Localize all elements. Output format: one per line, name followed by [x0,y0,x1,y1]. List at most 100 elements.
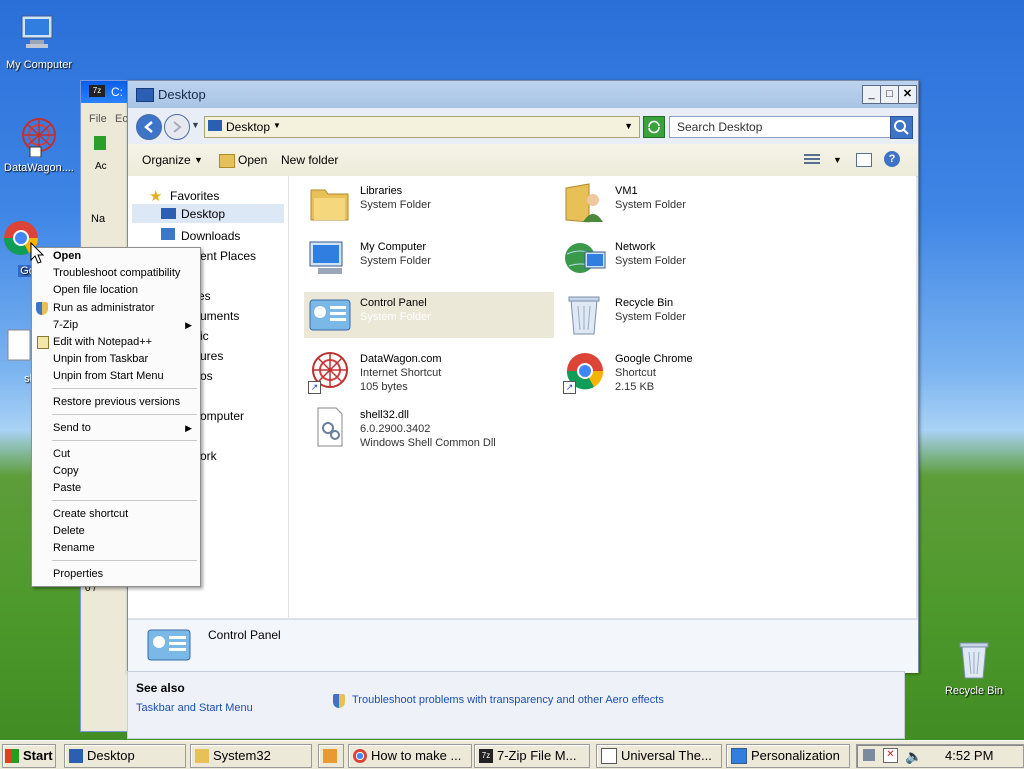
bg-column-header[interactable]: Na [91,213,105,225]
back-button[interactable] [136,114,162,140]
menu-item-open[interactable]: Open [53,248,81,264]
file-item-datawagon[interactable]: ↗ DataWagon.com Internet Shortcut 105 by… [304,348,554,394]
menu-separator [52,414,197,415]
menu-item-create-shortcut[interactable]: Create shortcut [53,506,128,522]
menu-item-restore-previous-versions[interactable]: Restore previous versions [53,394,180,410]
context-menu: Open Troubleshoot compatibility Open fil… [31,247,201,587]
address-chevron-icon[interactable]: ▼ [273,121,281,130]
add-icon[interactable] [94,136,106,150]
nav-item-documents[interactable]: uments [200,309,239,323]
view-dropdown-icon[interactable]: ▼ [833,155,842,165]
file-item-libraries[interactable]: Libraries System Folder [304,180,554,226]
file-item-network[interactable]: Network System Folder [559,236,809,282]
nav-item-pictures[interactable]: ures [200,349,223,363]
address-dropdown-icon[interactable]: ▼ [624,121,633,131]
menu-item-send-to[interactable]: Send to [53,420,91,436]
nav-item-network[interactable]: ork [200,449,217,463]
troubleshoot-aero-link[interactable]: Troubleshoot problems with transparency … [352,694,664,706]
new-folder-button[interactable]: New folder [281,153,338,167]
file-type: Internet Shortcut [360,367,442,379]
control-panel-icon [147,629,191,661]
taskbar-button-media[interactable] [318,744,344,768]
desktop-icon-datawagon[interactable]: DataWagon.... [0,115,78,174]
preview-pane-icon[interactable] [856,153,872,167]
nav-item-videos[interactable]: os [200,369,213,383]
help-icon[interactable]: ? [884,151,900,167]
address-text: Desktop [226,120,271,134]
taskbar-button-universal-theme[interactable]: Universal The... [596,744,722,768]
see-also-panel: See also Taskbar and Start Menu Troubles… [127,671,905,739]
action-center-icon[interactable]: ✕ [883,748,898,763]
close-button[interactable]: ✕ [898,85,917,104]
maximize-button[interactable]: □ [880,85,899,104]
menu-item-troubleshoot-compatibility[interactable]: Troubleshoot compatibility [53,265,180,281]
desktop-icon-my-computer[interactable]: My Computer [0,12,78,71]
start-button[interactable]: Start [2,744,56,768]
taskbar-start-menu-link[interactable]: Taskbar and Start Menu [136,702,253,714]
menu-item-run-as-administrator[interactable]: Run as administrator [53,300,155,316]
history-dropdown-icon[interactable]: ▼ [191,120,200,130]
search-input[interactable]: Search Desktop [669,116,891,138]
taskbar-button-personalization[interactable]: Personalization [726,744,850,768]
nav-item-computer[interactable]: omputer [200,409,244,423]
network-tray-icon[interactable] [863,749,875,761]
menu-item-properties[interactable]: Properties [53,566,103,582]
nav-item-music[interactable]: ic [200,329,209,343]
file-item-shell32[interactable]: shell32.dll 6.0.2900.3402 Windows Shell … [304,404,554,450]
minimize-button[interactable]: _ [862,85,881,104]
file-name: Control Panel [360,297,427,309]
menu-item-copy[interactable]: Copy [53,463,79,479]
taskbar-button-label: Personalization [751,748,840,763]
taskbar-button-7zip[interactable]: 7z 7-Zip File M... [474,744,590,768]
address-bar[interactable]: Desktop ▼ ▼ [204,116,640,138]
window-titlebar[interactable]: Desktop _ □ ✕ [128,81,918,108]
windows-logo-icon [5,748,19,763]
personalization-icon [731,747,747,764]
desktop-icon [208,120,222,131]
menu-item-unpin-taskbar[interactable]: Unpin from Taskbar [53,351,148,367]
nav-favorites[interactable]: Favorites [170,189,219,203]
refresh-button[interactable] [643,116,665,138]
taskbar-button-system32[interactable]: System32 [190,744,312,768]
taskbar-button-desktop[interactable]: Desktop [64,744,186,768]
file-item-recycle-bin[interactable]: Recycle Bin System Folder [559,292,809,338]
explorer-window[interactable]: Desktop _ □ ✕ ▼ Desktop ▼ ▼ Search Deskt… [127,80,919,673]
menu-item-cut[interactable]: Cut [53,446,70,462]
bg-menu-file[interactable]: File [89,113,107,125]
search-icon [894,120,909,135]
taskbar-button-label: 7-Zip File M... [497,748,577,763]
taskbar-button-chrome[interactable]: How to make ... [348,744,472,768]
menu-item-unpin-start-menu[interactable]: Unpin from Start Menu [53,368,164,384]
menu-item-open-file-location[interactable]: Open file location [53,282,138,298]
nav-item-desktop[interactable]: Desktop [132,204,284,223]
organize-button[interactable]: Organize [142,153,191,167]
desktop-icon-label: My Computer [5,59,73,71]
shield-icon [333,694,345,708]
recycle-bin-icon [959,642,989,679]
forward-button[interactable] [164,114,190,140]
view-options-icon[interactable] [804,154,820,166]
clock[interactable]: 4:52 PM [945,745,993,767]
file-item-control-panel[interactable]: Control Panel System Folder [304,292,554,338]
nav-item-downloads[interactable]: Downloads [181,229,240,243]
organize-chevron-icon: ▼ [194,155,203,165]
file-type: System Folder [615,255,686,267]
menu-item-edit-with-notepad[interactable]: Edit with Notepad++ [53,334,152,350]
desktop-icon-recycle-bin[interactable]: Recycle Bin [935,638,1013,697]
menu-item-paste[interactable]: Paste [53,480,81,496]
nav-item-recent-places[interactable]: ent Places [200,249,256,263]
open-button[interactable]: Open [238,153,267,167]
bg-menu-edit[interactable]: Ec [115,113,128,125]
volume-icon[interactable]: 🔈 [905,745,922,767]
file-name: Recycle Bin [615,297,674,309]
file-description: Windows Shell Common Dll [360,437,496,449]
file-item-my-computer[interactable]: My Computer System Folder [304,236,554,282]
shield-icon [36,302,48,315]
file-item-vm1[interactable]: VM1 System Folder [559,180,809,226]
search-button[interactable] [890,116,913,139]
menu-item-rename[interactable]: Rename [53,540,95,556]
network-icon [565,243,606,273]
menu-item-delete[interactable]: Delete [53,523,85,539]
menu-item-7zip[interactable]: 7-Zip [53,317,78,333]
file-item-google-chrome[interactable]: ↗ Google Chrome Shortcut 2.15 KB [559,348,809,394]
